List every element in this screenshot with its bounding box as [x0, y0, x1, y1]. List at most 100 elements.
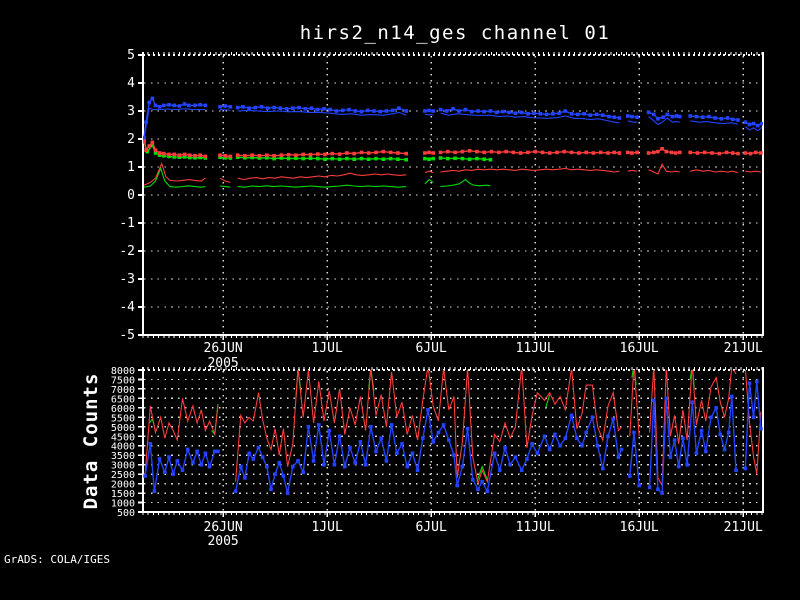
x-tick-label: 1JUL: [311, 341, 342, 356]
series-marker: [228, 154, 233, 159]
series-marker: [569, 413, 574, 418]
x-tick-label: 6JUL: [415, 341, 446, 356]
series-marker: [359, 109, 364, 114]
series-marker: [343, 464, 347, 469]
series-marker: [345, 156, 349, 161]
grads-credit: GrADS: COLA/IGES: [4, 553, 110, 566]
series-marker: [297, 105, 301, 110]
series-marker: [396, 157, 400, 161]
series-marker: [508, 462, 512, 467]
series-marker: [722, 447, 727, 452]
series-marker: [363, 462, 368, 467]
series-marker: [594, 112, 599, 117]
y-tick-label: 1: [127, 160, 135, 175]
series-marker: [423, 156, 427, 161]
series-marker: [676, 464, 681, 469]
series-marker: [569, 112, 574, 116]
series-marker: [353, 461, 357, 465]
series-marker: [203, 154, 208, 159]
series-marker: [647, 485, 652, 490]
series-marker: [710, 151, 714, 155]
series-marker: [389, 423, 394, 427]
series-marker: [617, 116, 622, 120]
series-marker: [182, 102, 187, 106]
series-marker: [652, 112, 656, 117]
series-marker: [352, 157, 356, 161]
series-marker: [328, 107, 332, 112]
series-marker: [423, 109, 427, 113]
series-marker: [438, 107, 443, 112]
series-marker: [388, 150, 393, 155]
series-marker: [163, 470, 167, 474]
series-marker: [223, 154, 227, 158]
x-tick-label: 21JUL: [724, 341, 763, 356]
series-marker: [148, 442, 153, 446]
y-tick-label: 4: [127, 76, 135, 91]
series-marker: [743, 120, 748, 124]
series-marker: [175, 459, 180, 463]
series-marker: [595, 443, 600, 448]
series-marker: [575, 436, 579, 440]
series-marker: [272, 105, 276, 110]
series-marker: [150, 140, 155, 145]
series-marker: [415, 468, 420, 473]
series-marker: [150, 96, 155, 101]
series-marker: [690, 400, 695, 404]
series-marker: [678, 114, 682, 119]
series-marker: [670, 114, 675, 119]
series-marker: [427, 150, 431, 155]
series-marker: [616, 455, 621, 459]
series-marker: [366, 157, 371, 161]
series-marker: [714, 406, 718, 410]
series-marker: [366, 151, 371, 155]
series-marker: [498, 468, 502, 473]
series-marker: [162, 151, 166, 156]
series-marker: [661, 115, 665, 119]
series-marker: [323, 152, 327, 157]
series-marker: [688, 150, 692, 155]
series-marker: [157, 151, 162, 155]
series-marker: [397, 106, 401, 110]
series-marker: [453, 156, 457, 161]
series-marker: [489, 149, 494, 154]
grads-chart-canvas: 543210-1-2-3-4-526JUN20051JUL 6JUL 11JUL 16…: [0, 0, 800, 600]
series-marker: [759, 151, 763, 155]
series-marker: [562, 149, 567, 154]
series-marker: [482, 157, 486, 161]
series-marker: [218, 153, 222, 157]
series-marker: [322, 462, 326, 467]
series-marker: [707, 114, 711, 119]
series-marker: [582, 112, 586, 116]
series-marker: [294, 153, 298, 157]
series-marker: [664, 396, 669, 401]
series-marker: [713, 116, 717, 120]
series-marker: [308, 156, 313, 161]
series-marker: [503, 445, 507, 450]
series-marker: [718, 432, 723, 437]
series-marker: [460, 464, 465, 469]
series-marker: [656, 117, 660, 121]
series-marker: [153, 148, 158, 152]
series-marker: [747, 381, 752, 386]
series-marker: [590, 415, 595, 420]
series-marker: [460, 149, 465, 154]
series-marker: [601, 113, 605, 117]
series-marker: [235, 105, 240, 110]
series-marker: [563, 436, 568, 440]
series-marker: [447, 438, 451, 442]
series-marker: [260, 455, 265, 459]
series-marker: [233, 489, 238, 493]
series-marker: [182, 152, 187, 157]
series-marker: [353, 109, 357, 113]
series-marker: [736, 151, 740, 156]
series-marker: [365, 108, 370, 113]
series-marker: [157, 457, 162, 461]
series-marker: [223, 104, 227, 108]
series-marker: [306, 425, 311, 429]
series-marker: [247, 106, 251, 110]
series-marker: [337, 152, 342, 156]
series-marker: [476, 487, 480, 492]
series-marker: [323, 157, 327, 161]
series-marker: [465, 426, 470, 431]
y-axis-title-data-counts: Data Counts: [80, 373, 102, 510]
